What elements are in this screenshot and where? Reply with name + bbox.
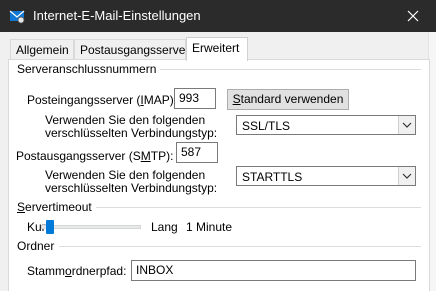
group-divider <box>139 69 421 70</box>
button-label: Standard verwenden <box>232 92 344 106</box>
timeout-slider-thumb[interactable] <box>45 220 54 234</box>
group-divider <box>93 207 421 208</box>
title-bar: Internet-E-Mail-Einstellungen <box>0 0 436 32</box>
dropdown-button[interactable] <box>398 116 415 134</box>
chevron-down-icon <box>402 122 412 128</box>
root-folder-label: Stammordnerpfad: <box>27 264 127 278</box>
smtp-encryption-label-line1: Verwenden Sie den folgenden <box>45 168 206 182</box>
dropdown-button[interactable] <box>398 167 415 185</box>
root-folder-input[interactable]: INBOX <box>131 260 416 281</box>
tab-label: Postausgangsserver <box>80 43 190 57</box>
imap-encryption-label-line2: verschlüsselten Verbindungstyp: <box>45 126 218 140</box>
select-value: SSL/TLS <box>242 119 291 133</box>
group-label-server-ports: Serveranschlussnummern <box>17 62 161 76</box>
imap-port-input[interactable]: 993 <box>174 88 216 109</box>
smtp-port-input[interactable]: 587 <box>176 142 218 163</box>
close-icon <box>407 10 419 22</box>
timeout-value: 1 Minute <box>186 220 233 234</box>
window-title: Internet-E-Mail-Einstellungen <box>33 8 201 23</box>
smtp-port-label: Postausgangsserver (SMTP): <box>16 149 174 163</box>
select-value: STARTTLS <box>242 170 303 184</box>
tab-label: Erweitert <box>192 41 240 55</box>
group-label-server-timeout: Servertimeout <box>17 200 96 214</box>
timeout-slider-track[interactable] <box>41 225 141 229</box>
group-divider <box>59 246 421 247</box>
smtp-encryption-label-line2: verschlüsselten Verbindungstyp: <box>45 181 218 195</box>
tab-allgemein[interactable]: Allgemein <box>10 39 74 60</box>
advanced-panel: Serveranschlussnummern Posteingangsserve… <box>8 59 430 291</box>
imap-encryption-label-line1: Verwenden Sie den folgenden <box>45 113 206 127</box>
tab-postausgangsserver[interactable]: Postausgangsserver <box>74 39 190 60</box>
group-label-folders: Ordner <box>17 239 59 253</box>
mail-settings-icon <box>9 8 25 24</box>
smtp-encryption-select[interactable]: STARTTLS <box>236 166 416 186</box>
default-ports-button[interactable]: Standard verwenden <box>227 89 349 110</box>
close-button[interactable] <box>390 0 436 32</box>
chevron-down-icon <box>402 173 412 179</box>
tab-label: Allgemein <box>16 43 69 57</box>
tab-erweitert[interactable]: Erweitert <box>186 37 248 61</box>
imap-encryption-select[interactable]: SSL/TLS <box>236 115 416 135</box>
timeout-long-label: Lang <box>151 220 178 234</box>
imap-port-label: Posteingangsserver (IMAP): <box>27 93 178 107</box>
